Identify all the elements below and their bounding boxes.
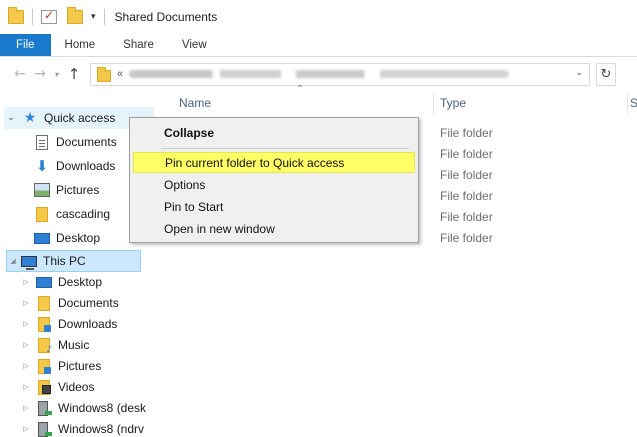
column-header-type[interactable]: Type: [440, 96, 466, 110]
sidebar-item-pc-desktop[interactable]: ▷ Desktop: [20, 271, 102, 293]
file-type-cell: File folder: [440, 126, 493, 140]
sidebar-item-label: Downloads: [56, 159, 116, 173]
menu-item-pin-to-quick-access[interactable]: Pin current folder to Quick access: [133, 152, 415, 173]
drive-icon: [38, 400, 52, 416]
sidebar-item-label: Windows8 (desk: [58, 401, 147, 415]
customize-qat-dropdown-icon[interactable]: ▾: [91, 12, 96, 22]
file-type-cell: File folder: [440, 168, 493, 182]
address-bar[interactable]: « ⌄: [90, 62, 590, 86]
chevron-right-icon[interactable]: ▷: [20, 383, 32, 391]
downloads-folder-icon: [38, 316, 51, 332]
sidebar-item-desktop[interactable]: Desktop: [34, 227, 100, 249]
sidebar-item-drive-2[interactable]: ▷ Windows8 (ndrv: [20, 418, 144, 437]
sidebar-item-label: Documents: [56, 135, 117, 149]
download-icon: ⬇: [35, 157, 49, 175]
chevron-right-icon[interactable]: ▷: [20, 278, 32, 286]
recent-locations-icon[interactable]: ▾: [50, 70, 64, 79]
tab-share[interactable]: Share: [109, 34, 168, 56]
sidebar-item-pc-downloads[interactable]: ▷ Downloads: [20, 313, 117, 335]
sidebar-item-label: Pictures: [58, 359, 102, 373]
column-divider[interactable]: [627, 92, 628, 114]
sidebar-item-label: Windows8 (ndrv: [58, 422, 145, 436]
tab-view[interactable]: View: [168, 34, 221, 56]
sidebar-item-cascading[interactable]: cascading: [34, 203, 110, 225]
title-divider: [103, 9, 105, 25]
title-bar: ▾ Shared Documents: [0, 0, 637, 34]
star-icon: ★: [23, 110, 37, 126]
chevron-down-icon[interactable]: ⌄: [4, 113, 18, 123]
column-header-size[interactable]: S: [630, 96, 637, 110]
tab-file[interactable]: File: [0, 34, 51, 56]
menu-item-collapse[interactable]: Collapse: [133, 122, 415, 143]
desktop-icon: [34, 233, 50, 244]
back-icon[interactable]: ←: [10, 66, 30, 82]
pictures-icon: [34, 183, 50, 197]
menu-item-pin-to-start[interactable]: Pin to Start: [133, 196, 415, 217]
sidebar-item-label: Videos: [58, 380, 95, 394]
file-type-cell: File folder: [440, 231, 493, 245]
sidebar-item-label: Documents: [58, 296, 119, 310]
triangle-down-icon[interactable]: ◢: [7, 257, 19, 265]
chevron-right-icon[interactable]: ▷: [20, 425, 32, 433]
address-dropdown-icon[interactable]: ⌄: [575, 68, 583, 78]
menu-separator: [161, 148, 409, 149]
menu-item-options[interactable]: Options: [133, 174, 415, 195]
address-row: ← → ▾ ↑ « ⌄ ↻: [0, 57, 637, 91]
folder-icon: [36, 206, 48, 222]
folder-icon: [97, 66, 111, 82]
tab-home[interactable]: Home: [51, 34, 110, 56]
ribbon-tabs: File Home Share View: [0, 34, 637, 57]
forward-icon[interactable]: →: [30, 66, 50, 82]
documents-folder-icon: [38, 295, 50, 311]
sidebar-item-label: Music: [58, 338, 90, 352]
chevron-right-icon[interactable]: ▷: [20, 299, 32, 307]
qat-divider: [32, 9, 33, 25]
column-divider[interactable]: [433, 92, 434, 114]
folder-icon: [8, 7, 24, 24]
sidebar-item-pc-pictures[interactable]: ▷ Pictures: [20, 355, 101, 377]
pictures-folder-icon: [38, 358, 51, 374]
videos-folder-icon: [38, 379, 51, 395]
file-type-cell: File folder: [440, 210, 493, 224]
chevron-right-icon[interactable]: ▷: [20, 341, 32, 349]
drive-icon: [38, 421, 52, 437]
sidebar-item-drive-1[interactable]: ▷ Windows8 (desk: [20, 397, 146, 419]
refresh-icon[interactable]: ↻: [596, 62, 616, 86]
window-title: Shared Documents: [114, 10, 218, 24]
chevron-right-icon[interactable]: ▷: [20, 320, 32, 328]
desktop-icon: [36, 277, 52, 288]
column-header-name[interactable]: Name: [179, 96, 211, 110]
sidebar-item-pc-documents[interactable]: ▷ Documents: [20, 292, 119, 314]
sidebar-item-this-pc[interactable]: ◢ This PC: [6, 250, 141, 272]
sidebar-item-label: Quick access: [44, 111, 116, 125]
sidebar-item-label: This PC: [43, 254, 86, 268]
sidebar-item-label: Desktop: [56, 231, 101, 245]
sidebar-item-downloads[interactable]: ⬇ Downloads: [34, 155, 116, 177]
sidebar-item-label: cascading: [56, 207, 111, 221]
sidebar-item-documents[interactable]: Documents: [34, 131, 117, 153]
sidebar-item-label: Pictures: [56, 183, 100, 197]
up-icon[interactable]: ↑: [64, 65, 84, 83]
computer-icon: [21, 255, 37, 270]
sidebar-item-label: Downloads: [58, 317, 118, 331]
address-path-blurred: [129, 70, 510, 78]
sidebar-item-label: Desktop: [58, 275, 103, 289]
new-folder-icon[interactable]: [67, 7, 83, 24]
chevron-right-icon[interactable]: ▷: [20, 404, 32, 412]
properties-icon[interactable]: [41, 8, 57, 24]
sort-ascending-icon: ⌃: [296, 84, 305, 95]
menu-item-open-new-window[interactable]: Open in new window: [133, 218, 415, 239]
file-type-cell: File folder: [440, 189, 493, 203]
music-folder-icon: [38, 337, 52, 355]
breadcrumb-overflow[interactable]: «: [117, 68, 123, 80]
sidebar-item-pc-videos[interactable]: ▷ Videos: [20, 376, 94, 398]
chevron-right-icon[interactable]: ▷: [20, 362, 32, 370]
sidebar-item-pictures[interactable]: Pictures: [34, 179, 99, 201]
document-icon: [36, 134, 48, 150]
sidebar-item-pc-music[interactable]: ▷ Music: [20, 334, 89, 356]
file-type-cell: File folder: [440, 147, 493, 161]
context-menu: Collapse Pin current folder to Quick acc…: [129, 117, 419, 243]
